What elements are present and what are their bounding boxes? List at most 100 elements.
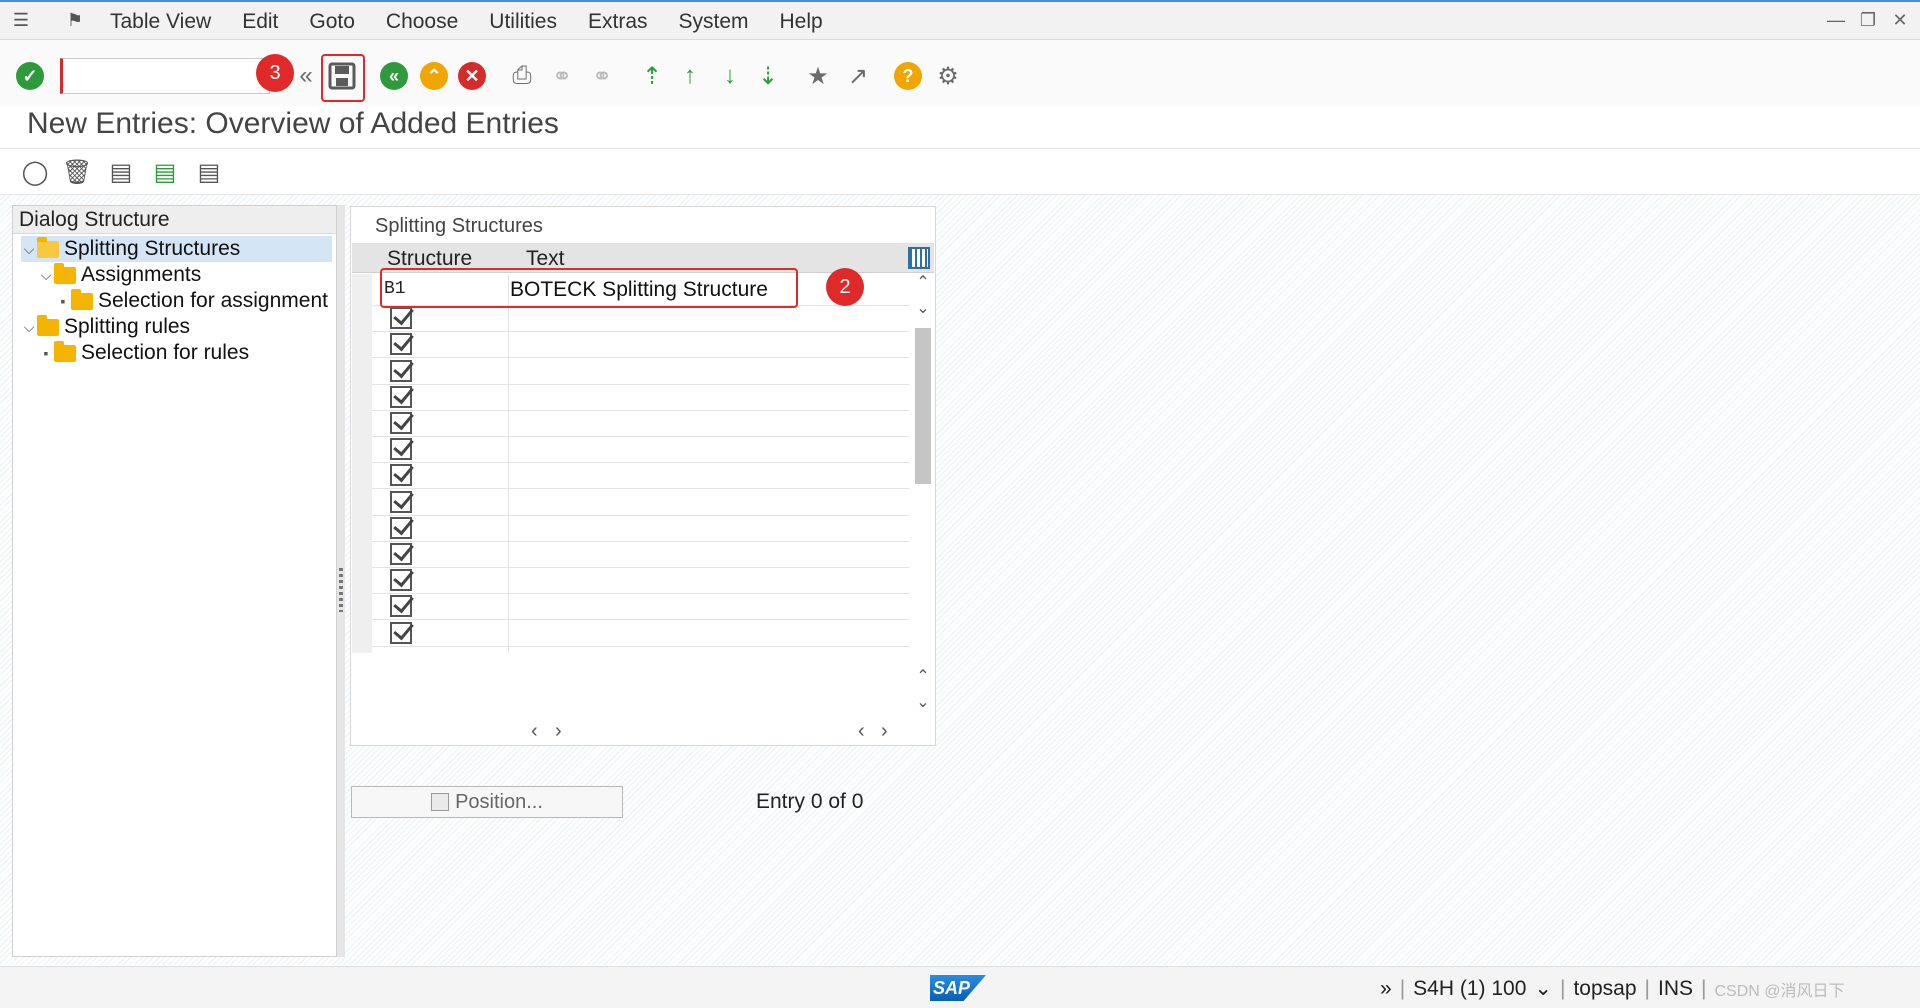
previous-page-icon: ↑	[684, 62, 696, 89]
table-row[interactable]	[352, 306, 909, 339]
menu-extras[interactable]: Extras	[588, 10, 648, 34]
close-window-icon[interactable]: ✕	[1890, 8, 1910, 32]
expand-toggle-icon[interactable]: ⌵	[21, 314, 37, 340]
exit-button[interactable]: ⌃	[418, 60, 450, 92]
table-row[interactable]	[352, 568, 909, 601]
row-checkbox[interactable]	[390, 333, 412, 356]
row-checkbox[interactable]	[390, 412, 412, 434]
back-button[interactable]: «	[378, 60, 410, 92]
input-mode[interactable]: INS	[1658, 977, 1693, 1001]
table-row[interactable]	[352, 358, 909, 391]
sap-logo: SAP	[930, 975, 986, 1001]
table-row[interactable]	[352, 332, 909, 365]
tree-node[interactable]: ⌵ Splitting Structures	[21, 236, 332, 262]
tree-node-label: Splitting rules	[64, 315, 191, 338]
deselect-all-button[interactable]: ▤	[194, 158, 224, 188]
menu-table-view[interactable]: Table View	[110, 10, 211, 34]
select-all-button[interactable]: ▤	[106, 158, 136, 188]
expand-toggle-icon[interactable]: ⌵	[21, 236, 37, 262]
table-row[interactable]	[352, 594, 909, 627]
row-checkbox[interactable]	[390, 385, 412, 408]
menu-utilities[interactable]: Utilities	[489, 10, 557, 34]
row-selector[interactable]	[352, 620, 372, 653]
restore-icon[interactable]: ❐	[1858, 8, 1878, 32]
splitter-grip-icon[interactable]	[339, 568, 343, 612]
tree-node[interactable]: ▪ Selection for assignment	[55, 288, 328, 314]
display-change-button[interactable]: ◯	[20, 158, 50, 188]
cell-structure[interactable]	[372, 620, 509, 653]
enter-button[interactable]: ✓	[14, 60, 46, 92]
scroll-page-down-icon[interactable]: ⌄	[913, 692, 933, 712]
menu-system[interactable]: System	[679, 10, 749, 34]
scroll-text-right-icon[interactable]: ›	[881, 720, 888, 743]
table-row[interactable]	[352, 542, 909, 574]
select-block-button[interactable]: ▤	[150, 158, 180, 188]
system-menu-icon[interactable]: ☰	[10, 10, 32, 30]
row-checkbox[interactable]	[390, 464, 412, 487]
minimize-icon[interactable]: —	[1826, 8, 1846, 32]
print-button[interactable]: ⎙	[506, 60, 538, 92]
expand-toggle-icon[interactable]: ⌵	[38, 262, 54, 288]
shortcut-icon: ↗	[847, 62, 869, 90]
scroll-text-left-icon[interactable]: ‹	[858, 720, 865, 743]
trash-icon: 🗑	[62, 159, 93, 186]
row-checkbox[interactable]	[390, 490, 412, 513]
row-checkbox[interactable]	[390, 438, 412, 461]
find-button[interactable]: ⚭	[546, 60, 578, 92]
delete-button[interactable]: 🗑	[62, 158, 92, 188]
table-row[interactable]	[352, 463, 909, 496]
help-button[interactable]: ?	[892, 60, 924, 92]
first-page-button[interactable]: ⇡	[636, 60, 668, 92]
table-row[interactable]	[352, 411, 909, 443]
menu-edit[interactable]: Edit	[242, 10, 278, 34]
row-checkbox[interactable]	[390, 595, 412, 618]
row-selector[interactable]	[352, 274, 372, 306]
scroll-left-icon[interactable]: ‹	[531, 720, 538, 743]
table-row[interactable]	[352, 384, 909, 417]
row-checkbox[interactable]	[390, 516, 412, 539]
collapse-command-icon[interactable]: «	[290, 60, 322, 92]
table-row[interactable]	[352, 515, 909, 548]
cancel-icon: ✕	[458, 62, 486, 90]
row-checkbox[interactable]	[390, 359, 412, 382]
cancel-button[interactable]: ✕	[456, 60, 488, 92]
row-checkbox[interactable]	[390, 543, 412, 565]
row-checkbox[interactable]	[390, 621, 412, 644]
row-checkbox[interactable]	[390, 307, 412, 330]
table-settings-icon[interactable]	[908, 247, 930, 269]
cell-text[interactable]	[510, 621, 909, 653]
scrollbar-thumb[interactable]	[915, 328, 931, 484]
menu-choose[interactable]: Choose	[386, 10, 458, 34]
table-row[interactable]	[352, 489, 909, 522]
position-button[interactable]: Position...	[351, 786, 623, 818]
vertical-scrollbar[interactable]: ⌃ ⌄ ⌃ ⌄	[913, 272, 933, 716]
last-page-button[interactable]: ⇣	[752, 60, 784, 92]
folder-icon	[71, 288, 93, 310]
table-row[interactable]	[352, 620, 909, 653]
customize-button[interactable]: ⚙	[932, 60, 964, 92]
tree-node[interactable]: ⌵ Splitting rules	[21, 314, 190, 340]
shortcut-button[interactable]: ↗	[842, 60, 874, 92]
customize-layout-icon[interactable]: ⚑	[64, 10, 86, 30]
next-page-button[interactable]: ↓	[714, 60, 746, 92]
command-input[interactable]	[63, 59, 269, 93]
horizontal-scrollbar[interactable]: ‹ › ‹ ›	[350, 718, 936, 746]
scroll-down-icon[interactable]: ⌄	[913, 298, 933, 318]
scroll-right-icon[interactable]: ›	[555, 720, 562, 743]
leaf-bullet-icon: ▪	[43, 345, 49, 361]
table-row[interactable]	[352, 437, 909, 470]
scroll-up-icon[interactable]: ⌃	[913, 272, 933, 292]
previous-page-button[interactable]: ↑	[674, 60, 706, 92]
create-session-button[interactable]: ★	[802, 60, 834, 92]
find-next-button[interactable]: ⚭	[586, 60, 618, 92]
expand-status-icon[interactable]: »	[1380, 977, 1392, 1001]
menu-help[interactable]: Help	[780, 10, 823, 34]
tree-node[interactable]: ⌵ Assignments	[38, 262, 201, 288]
command-field[interactable]	[60, 58, 270, 94]
menu-goto[interactable]: Goto	[309, 10, 355, 34]
scroll-page-up-icon[interactable]: ⌃	[913, 666, 933, 686]
tree-node[interactable]: ▪ Selection for rules	[38, 340, 249, 366]
system-dropdown-icon[interactable]: ⌄	[1534, 976, 1552, 1001]
status-separator: |	[1644, 976, 1650, 1000]
row-checkbox[interactable]	[390, 569, 412, 592]
